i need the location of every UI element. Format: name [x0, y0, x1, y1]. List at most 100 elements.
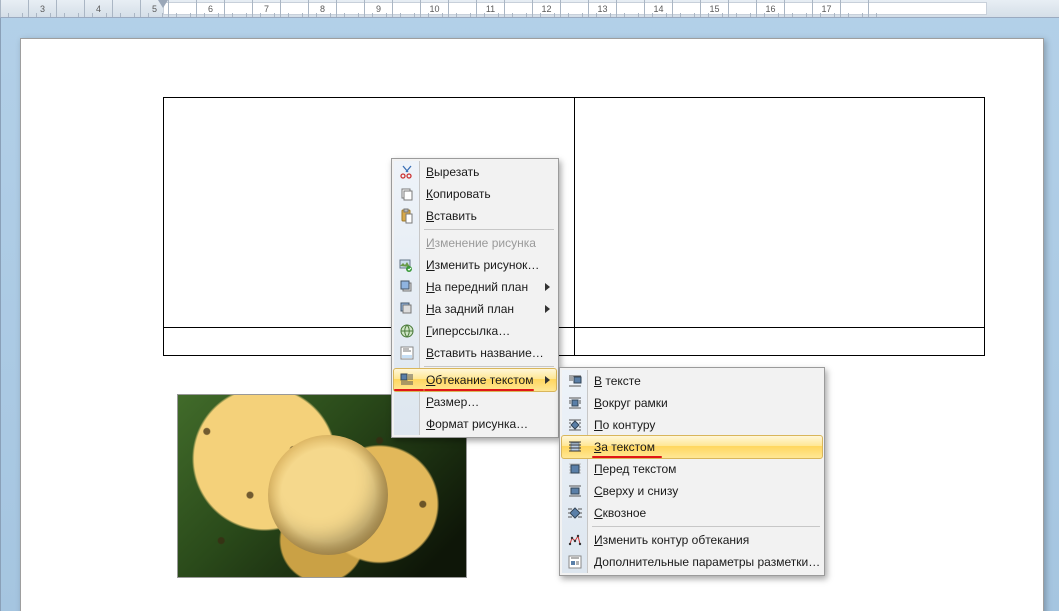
menu-label: Изменить рисунок… [426, 258, 539, 272]
ruler-tick: 8 [309, 0, 337, 17]
menu-label: Вставить название… [426, 346, 544, 360]
menu-label: За текстом [594, 440, 655, 454]
menu-item-hyperlink[interactable]: Гиперссылка… [394, 320, 556, 342]
table-cell[interactable] [574, 328, 985, 356]
wrap-front-icon [566, 460, 584, 478]
wrap-options-icon [566, 553, 584, 571]
wrap-more-options[interactable]: Дополнительные параметры разметки… [562, 551, 822, 573]
menu-label: Дополнительные параметры разметки… [594, 555, 820, 569]
ruler-tick [617, 0, 645, 17]
ruler-tick [561, 0, 589, 17]
send-back-icon [398, 300, 416, 318]
menu-label: Перед текстом [594, 462, 676, 476]
wrap-inline-icon [566, 372, 584, 390]
submenu-arrow-icon [545, 283, 550, 291]
wrap-in-front[interactable]: Перед текстом [562, 458, 822, 480]
ruler-tick: 17 [813, 0, 841, 17]
submenu-arrow-icon [545, 305, 550, 313]
ruler-tick [729, 0, 757, 17]
ruler-tick: 15 [701, 0, 729, 17]
menu-label: По контуру [594, 418, 655, 432]
menu-item-insert-caption[interactable]: Вставить название… [394, 342, 556, 364]
ruler-tick: 3 [29, 0, 57, 17]
menu-label: Сверху и снизу [594, 484, 678, 498]
menu-label: Формат рисунка… [426, 417, 528, 431]
wrap-through-icon [566, 504, 584, 522]
menu-item-paste[interactable]: Вставить [394, 205, 556, 227]
menu-separator [424, 229, 554, 230]
ruler-tick [785, 0, 813, 17]
annotation-underline [394, 389, 424, 391]
ruler-tick: 9 [365, 0, 393, 17]
ruler-tick [113, 0, 141, 17]
menu-label: Гиперссылка… [426, 324, 510, 338]
ruler-tick: 12 [533, 0, 561, 17]
document-table[interactable] [163, 97, 985, 356]
wrap-inline[interactable]: В тексте [562, 370, 822, 392]
ruler-tick: 13 [589, 0, 617, 17]
menu-label: Вокруг рамки [594, 396, 668, 410]
menu-label: Вставить [426, 209, 477, 223]
wrap-top-bottom[interactable]: Сверху и снизу [562, 480, 822, 502]
menu-label: Сквозное [594, 506, 646, 520]
table-cell[interactable] [574, 98, 985, 328]
menu-item-send-to-back[interactable]: На задний план [394, 298, 556, 320]
text-wrap-icon [398, 371, 416, 389]
menu-item-copy[interactable]: Копировать [394, 183, 556, 205]
ruler-tick: 4 [85, 0, 113, 17]
wrap-behind-icon [566, 438, 584, 456]
menu-label: Изменение рисунка [426, 236, 536, 250]
scissors-icon [398, 163, 416, 181]
ruler-tick [169, 0, 197, 17]
ruler-tick [57, 0, 85, 17]
menu-item-bring-to-front[interactable]: На передний план [394, 276, 556, 298]
ruler-tick: 11 [477, 0, 505, 17]
wrap-behind-text[interactable]: За текстом [561, 435, 823, 459]
bring-front-icon [398, 278, 416, 296]
wrap-edit-points[interactable]: Изменить контур обтекания [562, 529, 822, 551]
menu-label: Изменить контур обтекания [594, 533, 749, 547]
ruler-tick [281, 0, 309, 17]
menu-label: Копировать [426, 187, 491, 201]
menu-label: На задний план [426, 302, 514, 316]
horizontal-ruler[interactable]: 311234567891011121314151617 [0, 0, 1059, 18]
ruler-tick: 16 [757, 0, 785, 17]
wrap-topbottom-icon [566, 482, 584, 500]
menu-label: Обтекание текстом [426, 373, 533, 387]
caption-icon [398, 344, 416, 362]
indent-marker-icon[interactable] [158, 0, 168, 8]
menu-item-format-picture[interactable]: Формат рисунка… [394, 413, 556, 435]
ruler-tick [505, 0, 533, 17]
copy-icon [398, 185, 416, 203]
wrap-tight[interactable]: По контуру [562, 414, 822, 436]
submenu-arrow-icon [545, 376, 550, 384]
menu-item-size[interactable]: Размер… [394, 391, 556, 413]
menu-item-change-picture[interactable]: Изменить рисунок… [394, 254, 556, 276]
menu-label: На передний план [426, 280, 528, 294]
ruler-tick: 6 [197, 0, 225, 17]
ruler-tick [673, 0, 701, 17]
wrap-tight-icon [566, 416, 584, 434]
wrap-through[interactable]: Сквозное [562, 502, 822, 524]
wrap-square-icon [566, 394, 584, 412]
menu-label: Вырезать [426, 165, 479, 179]
ruler-tick [337, 0, 365, 17]
hyperlink-icon [398, 322, 416, 340]
ruler-tick [1, 0, 29, 17]
menu-label: Размер… [426, 395, 479, 409]
text-wrap-submenu: В тексте Вокруг рамки По контуру За текс… [559, 367, 825, 576]
ruler-tick [225, 0, 253, 17]
menu-label: В тексте [594, 374, 641, 388]
menu-item-cut[interactable]: Вырезать [394, 161, 556, 183]
ruler-tick [841, 0, 869, 17]
ruler-tick: 14 [645, 0, 673, 17]
context-menu: Вырезать Копировать Вставить Изменение р… [391, 158, 559, 438]
menu-separator [424, 366, 554, 367]
menu-item-change-picture-disabled: Изменение рисунка [394, 232, 556, 254]
ruler-tick: 10 [421, 0, 449, 17]
ruler-tick [393, 0, 421, 17]
paste-icon [398, 207, 416, 225]
wrap-square[interactable]: Вокруг рамки [562, 392, 822, 414]
ruler-tick [449, 0, 477, 17]
ruler-tick: 7 [253, 0, 281, 17]
